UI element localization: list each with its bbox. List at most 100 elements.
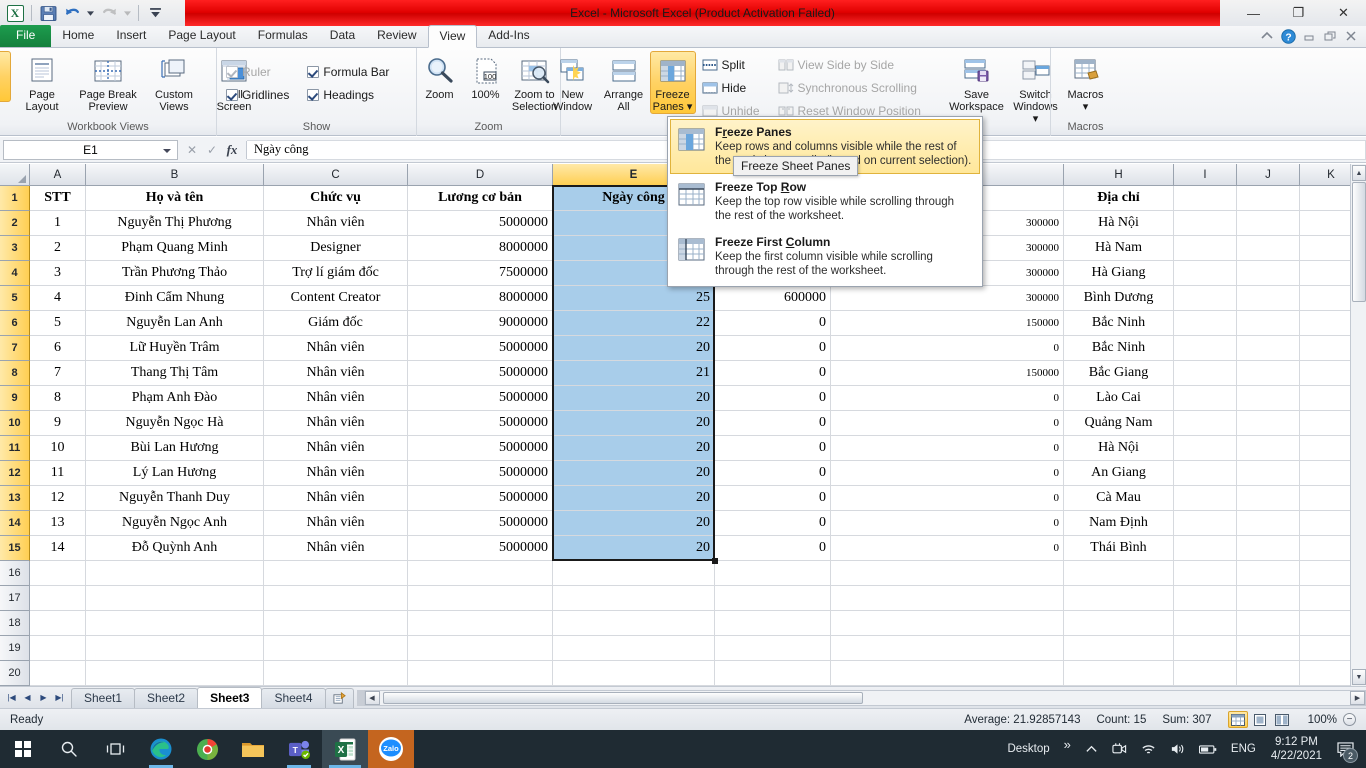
cell-D15[interactable]: 5000000 — [408, 536, 553, 561]
cell-A7[interactable]: 6 — [30, 336, 86, 361]
cell-G12[interactable]: 0 — [831, 461, 1064, 486]
cell-I5[interactable] — [1174, 286, 1237, 311]
cell-J3[interactable] — [1237, 236, 1300, 261]
cell-J8[interactable] — [1237, 361, 1300, 386]
row-header-20[interactable]: 20 — [0, 661, 30, 686]
minimize-button[interactable]: — — [1231, 0, 1276, 26]
cell-C5[interactable]: Content Creator — [264, 286, 408, 311]
table-row[interactable]: 6 Lữ Huyền Trâm Nhân viên 5000000 20 0 0 Bắc Ni… — [30, 336, 1363, 361]
cell-J10[interactable] — [1237, 411, 1300, 436]
excel-app-icon[interactable]: X — [4, 2, 26, 24]
cell-B19[interactable] — [86, 636, 264, 661]
enter-icon[interactable]: ✓ — [203, 141, 221, 159]
cell-H12[interactable]: An Giang — [1064, 461, 1174, 486]
redo-dropdown-icon[interactable] — [122, 2, 133, 24]
cell-G16[interactable] — [831, 561, 1064, 586]
cell-G18[interactable] — [831, 611, 1064, 636]
cell-B6[interactable]: Nguyễn Lan Anh — [86, 311, 264, 336]
ruler-checkbox-row[interactable]: Ruler — [222, 61, 293, 83]
cell-J4[interactable] — [1237, 261, 1300, 286]
cell-H19[interactable] — [1064, 636, 1174, 661]
cell-F13[interactable]: 0 — [715, 486, 831, 511]
row-header-17[interactable]: 17 — [0, 586, 30, 611]
cell-B17[interactable] — [86, 586, 264, 611]
page-break-view-icon[interactable] — [1272, 711, 1292, 728]
tab-home[interactable]: Home — [51, 25, 105, 47]
table-row[interactable]: 14 Đỗ Quỳnh Anh Nhân viên 5000000 20 0 0 Thái B… — [30, 536, 1363, 561]
clock[interactable]: 9:12 PM 4/22/2021 — [1263, 735, 1330, 763]
cell-H17[interactable] — [1064, 586, 1174, 611]
cell-B10[interactable]: Nguyễn Ngọc Hà — [86, 411, 264, 436]
zoom-control[interactable]: 100% − — [1308, 713, 1356, 726]
cell-D1[interactable]: Lương cơ bản — [408, 186, 553, 211]
restore-button[interactable]: ❐ — [1276, 0, 1321, 26]
cell-A5[interactable]: 4 — [30, 286, 86, 311]
cell-J13[interactable] — [1237, 486, 1300, 511]
formula-bar-checkbox-row[interactable]: Formula Bar — [303, 61, 393, 83]
cell-C16[interactable] — [264, 561, 408, 586]
cell-I4[interactable] — [1174, 261, 1237, 286]
cell-H10[interactable]: Quảng Nam — [1064, 411, 1174, 436]
row-header-18[interactable]: 18 — [0, 611, 30, 636]
cell-B12[interactable]: Lý Lan Hương — [86, 461, 264, 486]
cell-F5[interactable]: 600000 — [715, 286, 831, 311]
tab-review[interactable]: Review — [366, 25, 427, 47]
sheet-tab-sheet3[interactable]: Sheet3 — [197, 687, 263, 708]
cell-D20[interactable] — [408, 661, 553, 686]
cell-I15[interactable] — [1174, 536, 1237, 561]
save-icon[interactable] — [37, 2, 59, 24]
headings-checkbox[interactable] — [307, 89, 320, 101]
cell-J15[interactable] — [1237, 536, 1300, 561]
restore-window-icon[interactable] — [1323, 29, 1337, 43]
cell-F17[interactable] — [715, 586, 831, 611]
search-icon[interactable] — [46, 730, 92, 768]
new-window-button[interactable]: New Window — [548, 51, 598, 114]
cell-B1[interactable]: Họ và tên — [86, 186, 264, 211]
cell-A11[interactable]: 10 — [30, 436, 86, 461]
horizontal-scroll-thumb[interactable] — [382, 691, 863, 704]
cell-D8[interactable]: 5000000 — [408, 361, 553, 386]
cell-F6[interactable]: 0 — [715, 311, 831, 336]
cell-F9[interactable]: 0 — [715, 386, 831, 411]
custom-views-button[interactable]: Custom Views — [145, 51, 203, 114]
row-header-16[interactable]: 16 — [0, 561, 30, 586]
row-header-12[interactable]: 12 — [0, 461, 30, 486]
cell-A15[interactable]: 14 — [30, 536, 86, 561]
cell-A17[interactable] — [30, 586, 86, 611]
gridlines-checkbox[interactable] — [226, 89, 238, 101]
formula-bar-checkbox[interactable] — [307, 66, 320, 78]
cell-B8[interactable]: Thang Thị Tâm — [86, 361, 264, 386]
row-header-5[interactable]: 5 — [0, 286, 30, 311]
start-button[interactable] — [0, 730, 46, 768]
tab-page-layout[interactable]: Page Layout — [157, 25, 246, 47]
cell-G15[interactable]: 0 — [831, 536, 1064, 561]
cell-I14[interactable] — [1174, 511, 1237, 536]
view-side-by-side-button[interactable]: View Side by Side — [774, 54, 946, 76]
cell-I19[interactable] — [1174, 636, 1237, 661]
table-row[interactable]: 13 Nguyễn Ngọc Anh Nhân viên 5000000 20 0 0 Nam… — [30, 511, 1363, 536]
help-icon[interactable]: ? — [1281, 29, 1296, 44]
cell-J20[interactable] — [1237, 661, 1300, 686]
cell-F19[interactable] — [715, 636, 831, 661]
cell-A8[interactable]: 7 — [30, 361, 86, 386]
cell-D18[interactable] — [408, 611, 553, 636]
close-window-icon[interactable] — [1344, 29, 1358, 43]
cell-H14[interactable]: Nam Định — [1064, 511, 1174, 536]
cell-H1[interactable]: Địa chỉ — [1064, 186, 1174, 211]
last-sheet-icon[interactable]: ▶| — [52, 690, 67, 706]
insert-worksheet-icon[interactable] — [324, 687, 354, 708]
tab-view[interactable]: View — [427, 25, 478, 48]
cell-C7[interactable]: Nhân viên — [264, 336, 408, 361]
show-hidden-icons[interactable] — [1078, 730, 1105, 768]
cell-B4[interactable]: Trần Phương Thảo — [86, 261, 264, 286]
fill-handle[interactable] — [712, 558, 718, 564]
cell-D10[interactable]: 5000000 — [408, 411, 553, 436]
row-header-6[interactable]: 6 — [0, 311, 30, 336]
cell-A16[interactable] — [30, 561, 86, 586]
cell-E6[interactable]: 22 — [553, 311, 715, 336]
sheet-tab-sheet1[interactable]: Sheet1 — [71, 687, 136, 708]
normal-view-icon[interactable] — [1227, 711, 1248, 728]
table-row[interactable]: 7 Thang Thị Tâm Nhân viên 5000000 21 0 150000 B… — [30, 361, 1363, 386]
cell-C9[interactable]: Nhân viên — [264, 386, 408, 411]
row-header-7[interactable]: 7 — [0, 336, 30, 361]
